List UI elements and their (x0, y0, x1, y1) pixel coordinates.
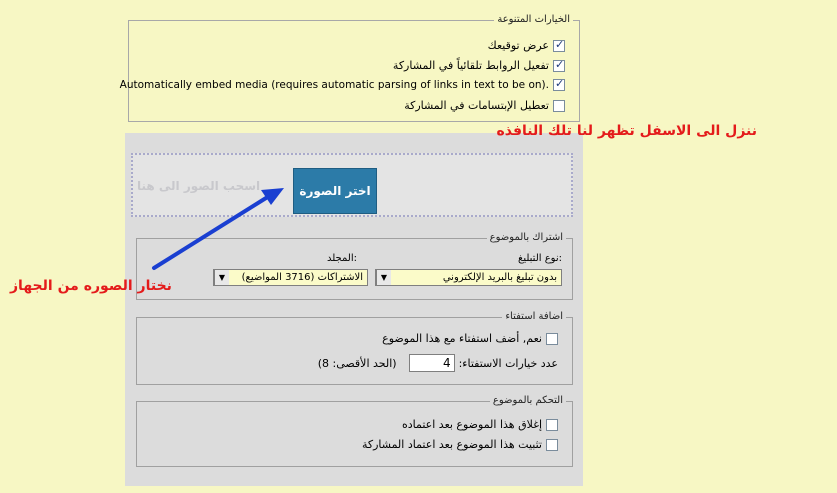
poll-legend: اضافة استفتاء (502, 311, 566, 322)
option-label: تفعيل الروابط تلقائياً في المشاركة (392, 59, 549, 72)
add-poll-label: نعم, أضف استفتاء مع هذا الموضوع (382, 332, 542, 345)
scroll-annotation: ننزل الى الاسفل تظهر لنا تلك النافذه (496, 123, 757, 139)
misc-options-legend: الخيارات المتنوعة (494, 14, 573, 25)
option-label: عرض توقيعك (487, 39, 549, 52)
notify-type-select[interactable]: ▼ بدون تبليغ بالبريد الإلكتروني (375, 269, 562, 286)
option-embed-media[interactable]: Automatically embed media (requires auto… (119, 77, 565, 91)
poll-options-row: عدد خيارات الاستفتاء: 4 (الحد الأقصى: 8) (318, 354, 558, 372)
option-auto-parse-links[interactable]: تفعيل الروابط تلقائياً في المشاركة (392, 58, 565, 72)
option-show-signature[interactable]: عرض توقيعك (487, 38, 565, 52)
option-disable-smilies[interactable]: تعطيل الإبتسامات في المشاركة (404, 99, 565, 112)
choose-annotation: نختار الصوره من الجهاز (10, 278, 172, 294)
post-options-panel: اسحب الصور الى هنا اختر الصورة اشتراك با… (125, 133, 583, 486)
moderation-legend: التحكم بالموضوع (489, 395, 566, 406)
close-thread-checkbox[interactable] (546, 418, 558, 431)
poll-fieldset: اضافة استفتاء نعم, أضف استفتاء مع هذا ال… (136, 311, 573, 385)
misc-options-fieldset: الخيارات المتنوعة عرض توقيعك تفعيل الروا… (120, 14, 580, 122)
image-drop-zone[interactable]: اسحب الصور الى هنا اختر الصورة (131, 153, 573, 217)
add-poll-checkbox[interactable] (546, 332, 558, 345)
poll-options-label: عدد خيارات الاستفتاء: (458, 356, 558, 370)
option-label: Automatically embed media (requires auto… (119, 79, 549, 91)
folder-value: الاشتراكات (3716 المواضيع) (241, 272, 363, 283)
misc-options-panel: الخيارات المتنوعة عرض توقيعك تفعيل الروا… (120, 0, 583, 128)
subscription-fieldset: اشتراك بالموضوع نوع التبليغ: المجلد: ▼ ب… (136, 232, 573, 300)
folder-label: المجلد: (327, 253, 357, 264)
add-poll-option[interactable]: نعم, أضف استفتاء مع هذا الموضوع (382, 332, 558, 345)
chevron-down-icon[interactable]: ▼ (376, 270, 391, 285)
embed-media-checkbox[interactable] (553, 77, 565, 91)
close-thread-label: إغلاق هذا الموضوع بعد اعتماده (401, 418, 542, 431)
choose-image-button[interactable]: اختر الصورة (293, 168, 377, 214)
folder-select[interactable]: ▼ الاشتراكات (3716 المواضيع) (213, 269, 368, 286)
show-signature-checkbox[interactable] (553, 38, 565, 52)
notify-type-label: نوع التبليغ: (518, 253, 562, 264)
auto-parse-links-checkbox[interactable] (553, 58, 565, 72)
poll-options-input[interactable]: 4 (408, 354, 455, 372)
moderation-fieldset: التحكم بالموضوع إغلاق هذا الموضوع بعد اع… (136, 395, 573, 467)
sticky-thread-checkbox[interactable] (546, 438, 558, 451)
sticky-thread-option[interactable]: تثبيت هذا الموضوع بعد اعتماد المشاركة (362, 438, 558, 451)
option-label: تعطيل الإبتسامات في المشاركة (404, 99, 549, 112)
notify-type-value: بدون تبليغ بالبريد الإلكتروني (442, 272, 557, 283)
disable-smilies-checkbox[interactable] (553, 99, 565, 112)
close-thread-option[interactable]: إغلاق هذا الموضوع بعد اعتماده (402, 418, 558, 431)
subscription-legend: اشتراك بالموضوع (486, 232, 566, 243)
drop-hint-text: اسحب الصور الى هنا (137, 179, 261, 193)
sticky-thread-label: تثبيت هذا الموضوع بعد اعتماد المشاركة (361, 438, 542, 451)
chevron-down-icon[interactable]: ▼ (214, 270, 229, 285)
poll-max-note: (الحد الأقصى: 8) (317, 356, 397, 370)
